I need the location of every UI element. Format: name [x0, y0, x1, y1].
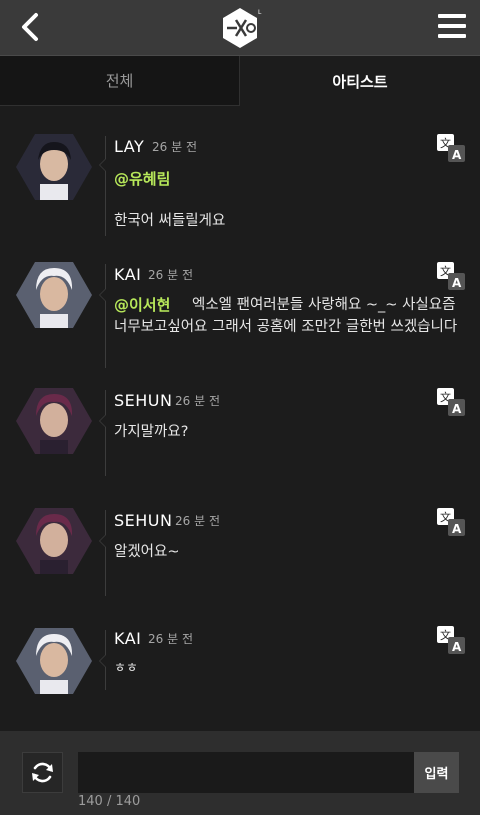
translate-icon: 文 A	[437, 134, 465, 162]
translate-icon: 文 A	[437, 262, 465, 290]
translate-button[interactable]: 文 A	[437, 262, 465, 290]
message-text: 가지말까요?	[114, 424, 189, 440]
composer-bar: 입력 140 / 140	[0, 731, 480, 815]
avatar[interactable]	[16, 628, 92, 694]
chevron-left-icon	[22, 13, 38, 41]
post-time: 26 분 전	[175, 514, 220, 528]
refresh-button[interactable]	[22, 752, 63, 793]
svg-text:L: L	[258, 9, 262, 16]
bubble-divider	[105, 264, 106, 368]
post-time: 26 분 전	[148, 268, 193, 282]
tab-all[interactable]: 전체	[0, 56, 240, 106]
message-feed: LAY 26 분 전 文 A @유혜림 한국어 써들릴게요 KAI 26 분 전…	[0, 106, 480, 730]
translate-icon: 文 A	[437, 388, 465, 416]
post-time: 26 분 전	[148, 632, 193, 646]
post-time: 26 분 전	[152, 140, 197, 154]
hamburger-menu-icon	[438, 14, 466, 38]
list-item: SEHUN 26 분 전 文 A 가지말까요?	[0, 388, 480, 484]
list-item: KAI 26 분 전 文 A ㅎㅎ	[0, 626, 480, 722]
author-name[interactable]: KAI	[114, 629, 141, 648]
mention-link[interactable]: @유혜림	[114, 168, 170, 189]
svg-text:A: A	[452, 148, 462, 162]
avatar[interactable]	[16, 508, 92, 574]
submit-button[interactable]: 입력	[414, 752, 459, 793]
author-name[interactable]: KAI	[114, 265, 141, 284]
list-item: SEHUN 26 분 전 文 A 알겠어요~	[0, 508, 480, 604]
bubble-divider	[105, 390, 106, 476]
author-name[interactable]: SEHUN	[114, 391, 172, 410]
list-item: LAY 26 분 전 文 A @유혜림 한국어 써들릴게요	[0, 106, 480, 236]
author-name[interactable]: SEHUN	[114, 511, 172, 530]
top-bar: L	[0, 0, 480, 56]
character-counter: 140 / 140	[78, 794, 141, 809]
bubble-notch	[99, 534, 106, 548]
tab-artist-label: 아티스트	[332, 72, 388, 91]
bubble-notch	[99, 414, 106, 428]
translate-button[interactable]: 文 A	[437, 508, 465, 536]
menu-button[interactable]	[436, 10, 468, 42]
tab-bar: 전체 아티스트	[0, 56, 480, 106]
svg-text:A: A	[452, 276, 462, 290]
svg-text:A: A	[452, 402, 462, 416]
tab-all-label: 전체	[105, 72, 134, 90]
translate-button[interactable]: 文 A	[437, 134, 465, 162]
back-button[interactable]	[14, 10, 48, 44]
translate-icon: 文 A	[437, 626, 465, 654]
author-name[interactable]: LAY	[114, 137, 144, 156]
bubble-notch	[99, 654, 106, 668]
translate-button[interactable]: 文 A	[437, 626, 465, 654]
exo-logo: L	[218, 6, 262, 50]
refresh-icon	[32, 762, 53, 783]
message-text: ㅎㅎ	[114, 661, 138, 676]
tab-artist[interactable]: 아티스트	[240, 56, 480, 106]
message-input[interactable]	[78, 752, 414, 793]
message-text: 알겠어요~	[114, 544, 180, 560]
list-item: KAI 26 분 전 文 A @이서현 엑소엘 팬여러분들 사랑해요 ~_~ 사…	[0, 258, 480, 368]
avatar[interactable]	[16, 134, 92, 200]
avatar[interactable]	[16, 262, 92, 328]
message-text: 한국어 써들릴게요	[114, 213, 226, 229]
bubble-divider	[105, 136, 106, 236]
bubble-notch	[99, 288, 106, 302]
post-time: 26 분 전	[175, 394, 220, 408]
translate-button[interactable]: 文 A	[437, 388, 465, 416]
avatar[interactable]	[16, 388, 92, 454]
submit-button-label: 입력	[424, 767, 449, 782]
svg-text:A: A	[452, 640, 462, 654]
svg-text:A: A	[452, 522, 462, 536]
translate-icon: 文 A	[437, 508, 465, 536]
message-text: 엑소엘 팬여러분들 사랑해요 ~_~ 사실요즘 너무보고싶어요 그래서 공홈에 …	[114, 297, 458, 335]
bubble-divider	[105, 510, 106, 596]
bubble-notch	[99, 158, 106, 172]
